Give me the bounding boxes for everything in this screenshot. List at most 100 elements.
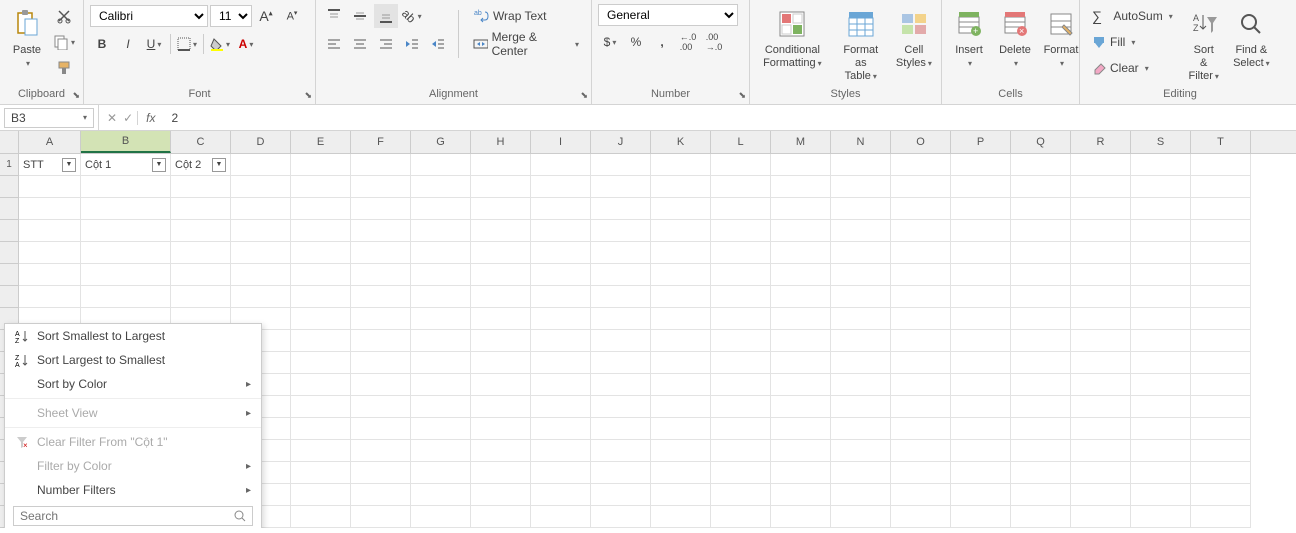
- cell[interactable]: [351, 154, 411, 176]
- cell[interactable]: [831, 418, 891, 440]
- col-header-E[interactable]: E: [291, 131, 351, 153]
- cell[interactable]: [19, 176, 81, 198]
- cell[interactable]: [951, 484, 1011, 506]
- cell[interactable]: [591, 198, 651, 220]
- cell[interactable]: [771, 308, 831, 330]
- filter-dropdown-button[interactable]: ▼: [212, 158, 226, 172]
- cancel-formula-button[interactable]: ✕: [107, 111, 117, 125]
- cell[interactable]: [831, 462, 891, 484]
- number-format-select[interactable]: General: [598, 4, 738, 26]
- cell[interactable]: [531, 308, 591, 330]
- cell[interactable]: [1071, 440, 1131, 462]
- col-header-N[interactable]: N: [831, 131, 891, 153]
- font-name-select[interactable]: Calibri: [90, 5, 208, 27]
- col-header-S[interactable]: S: [1131, 131, 1191, 153]
- cell[interactable]: [951, 286, 1011, 308]
- cell[interactable]: [531, 330, 591, 352]
- cell[interactable]: [1131, 506, 1191, 528]
- cell[interactable]: [891, 506, 951, 528]
- cell[interactable]: [81, 220, 171, 242]
- cell[interactable]: [591, 264, 651, 286]
- cell[interactable]: [951, 198, 1011, 220]
- cell[interactable]: [1011, 198, 1071, 220]
- cell[interactable]: [1191, 264, 1251, 286]
- cell[interactable]: [771, 330, 831, 352]
- col-header-T[interactable]: T: [1191, 131, 1251, 153]
- cell[interactable]: [531, 176, 591, 198]
- cell[interactable]: [1131, 396, 1191, 418]
- cell[interactable]: [471, 308, 531, 330]
- row-header[interactable]: [0, 220, 19, 242]
- cell[interactable]: [351, 242, 411, 264]
- cell[interactable]: [531, 198, 591, 220]
- dialog-launcher-icon[interactable]: ⬊: [304, 90, 312, 101]
- cell[interactable]: [711, 484, 771, 506]
- cell[interactable]: [591, 506, 651, 528]
- cell[interactable]: [951, 264, 1011, 286]
- cell[interactable]: [1131, 484, 1191, 506]
- cell[interactable]: [81, 198, 171, 220]
- cell[interactable]: [471, 176, 531, 198]
- cell[interactable]: [771, 396, 831, 418]
- dialog-launcher-icon[interactable]: ⬊: [738, 90, 746, 101]
- cell[interactable]: [411, 440, 471, 462]
- select-all-corner[interactable]: [0, 131, 19, 153]
- cell[interactable]: [891, 330, 951, 352]
- cell[interactable]: [1191, 154, 1251, 176]
- cell[interactable]: [771, 352, 831, 374]
- cell[interactable]: [1011, 242, 1071, 264]
- cell[interactable]: [531, 264, 591, 286]
- cell[interactable]: [1191, 484, 1251, 506]
- row-header-1[interactable]: 1: [0, 154, 19, 176]
- cell[interactable]: [471, 484, 531, 506]
- cell[interactable]: [651, 198, 711, 220]
- fx-icon[interactable]: fx: [138, 111, 163, 125]
- cell[interactable]: [291, 308, 351, 330]
- cell[interactable]: [591, 154, 651, 176]
- cell[interactable]: [591, 440, 651, 462]
- cell[interactable]: [771, 242, 831, 264]
- number-filters-item[interactable]: Number Filters ▸: [5, 478, 261, 502]
- fill-color-button[interactable]: ▾: [208, 32, 232, 56]
- cell[interactable]: [81, 242, 171, 264]
- cell[interactable]: [231, 154, 291, 176]
- cell[interactable]: [291, 396, 351, 418]
- cell[interactable]: [291, 374, 351, 396]
- cell[interactable]: [351, 484, 411, 506]
- cell[interactable]: [771, 176, 831, 198]
- cell[interactable]: [231, 198, 291, 220]
- col-header-L[interactable]: L: [711, 131, 771, 153]
- cell[interactable]: [711, 198, 771, 220]
- cell[interactable]: [411, 396, 471, 418]
- cell[interactable]: [591, 484, 651, 506]
- cell[interactable]: [951, 374, 1011, 396]
- cell[interactable]: [1071, 418, 1131, 440]
- font-size-select[interactable]: 11: [210, 5, 252, 27]
- cell[interactable]: [651, 440, 711, 462]
- cell[interactable]: [1131, 440, 1191, 462]
- cell[interactable]: [531, 484, 591, 506]
- cell[interactable]: [711, 154, 771, 176]
- cell[interactable]: [891, 374, 951, 396]
- cell[interactable]: [711, 396, 771, 418]
- cell[interactable]: [531, 418, 591, 440]
- cell[interactable]: [411, 308, 471, 330]
- insert-cells-button[interactable]: + Insert▾: [948, 4, 990, 72]
- row-header[interactable]: [0, 286, 19, 308]
- cell[interactable]: [831, 352, 891, 374]
- cell[interactable]: [711, 286, 771, 308]
- cell[interactable]: [771, 418, 831, 440]
- col-header-M[interactable]: M: [771, 131, 831, 153]
- cell[interactable]: [711, 176, 771, 198]
- row-header[interactable]: [0, 176, 19, 198]
- filter-dropdown-button[interactable]: ▼: [62, 158, 76, 172]
- format-painter-button[interactable]: [52, 56, 76, 80]
- cell[interactable]: [771, 154, 831, 176]
- cell[interactable]: [1191, 440, 1251, 462]
- percent-button[interactable]: %: [624, 30, 648, 54]
- cell[interactable]: [891, 176, 951, 198]
- cell[interactable]: [1071, 308, 1131, 330]
- cell[interactable]: [1131, 176, 1191, 198]
- cell[interactable]: [951, 440, 1011, 462]
- cell[interactable]: [831, 440, 891, 462]
